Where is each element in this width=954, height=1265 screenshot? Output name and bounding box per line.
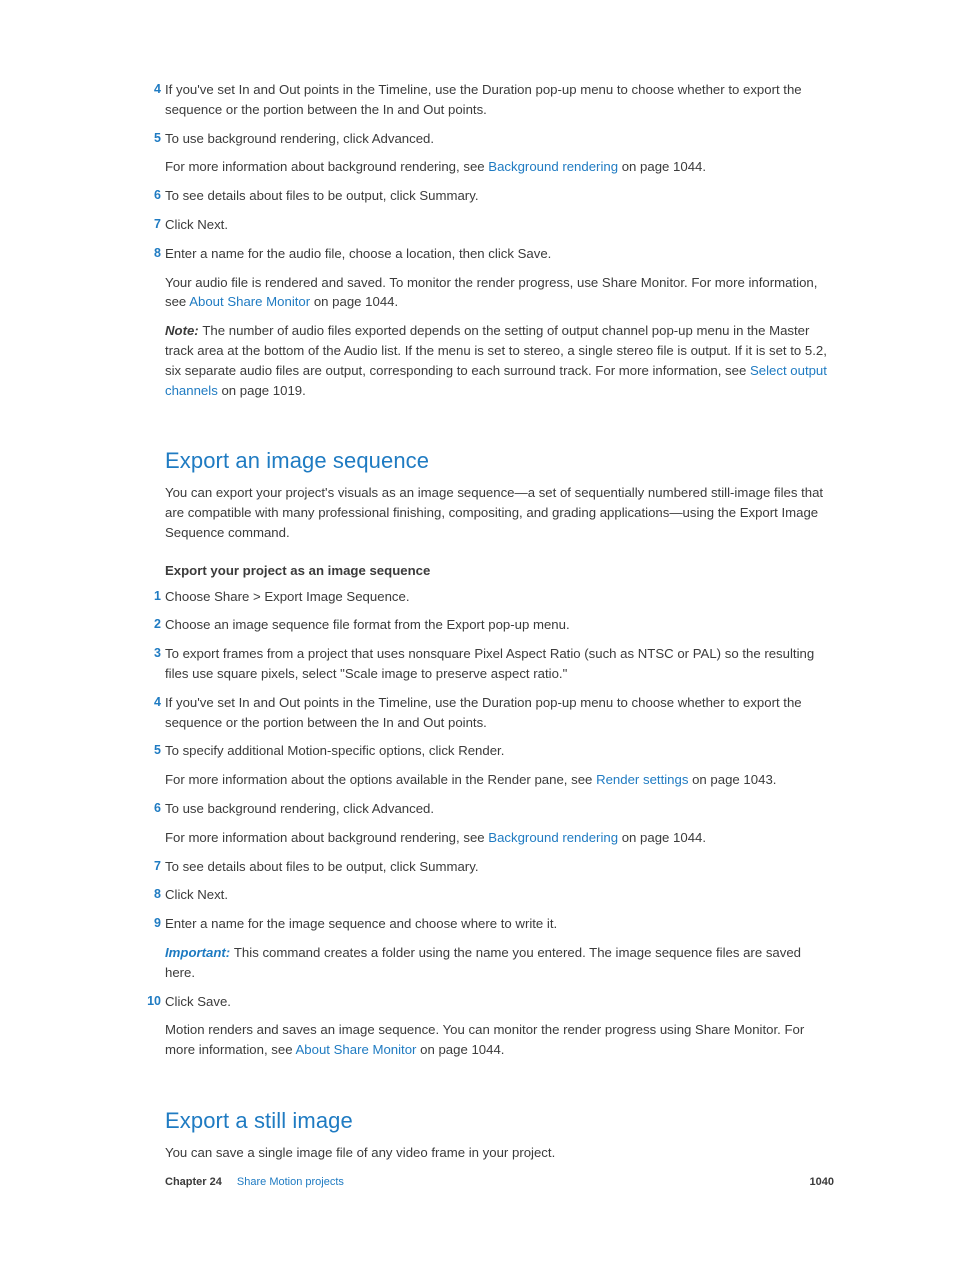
step-follow: Motion renders and saves an image sequen… <box>165 1020 834 1060</box>
page-footer: Chapter 24 Share Motion projects 1040 <box>165 1174 834 1191</box>
list-item: 5 To specify additional Motion-specific … <box>165 741 834 790</box>
about-share-monitor-link[interactable]: About Share Monitor <box>189 294 310 309</box>
top-steps-list: 4 If you've set In and Out points in the… <box>165 80 834 400</box>
step-text: To use background rendering, click Advan… <box>165 129 834 149</box>
page-number: 1040 <box>810 1174 834 1191</box>
list-item: 7 Click Next. <box>165 215 834 235</box>
background-rendering-link[interactable]: Background rendering <box>488 159 618 174</box>
step-follow: For more information about background re… <box>165 157 834 177</box>
step-number: 6 <box>143 799 161 818</box>
step-text: Enter a name for the image sequence and … <box>165 914 834 934</box>
list-item: 7 To see details about files to be outpu… <box>165 857 834 877</box>
step-note: Note: The number of audio files exported… <box>165 321 834 400</box>
list-item: 4 If you've set In and Out points in the… <box>165 693 834 733</box>
section-title: Export an image sequence <box>165 444 834 477</box>
page-content: 4 If you've set In and Out points in the… <box>0 0 954 1163</box>
list-item: 3 To export frames from a project that u… <box>165 644 834 684</box>
step-text: To see details about files to be output,… <box>165 857 834 877</box>
render-settings-link[interactable]: Render settings <box>596 772 688 787</box>
sub-heading: Export your project as an image sequence <box>165 561 834 581</box>
section-export-image-sequence: Export an image sequence You can export … <box>165 444 834 1060</box>
section-intro: You can export your project's visuals as… <box>165 483 834 542</box>
step-text: Click Next. <box>165 215 834 235</box>
step-number: 5 <box>143 741 161 760</box>
section-intro: You can save a single image file of any … <box>165 1143 834 1163</box>
chapter-label: Chapter 24 <box>165 1176 222 1188</box>
section-title: Export a still image <box>165 1104 834 1137</box>
step-follow: For more information about the options a… <box>165 770 834 790</box>
step-number: 5 <box>143 129 161 148</box>
step-text: To specify additional Motion-specific op… <box>165 741 834 761</box>
step-number: 4 <box>143 693 161 712</box>
step-number: 8 <box>143 885 161 904</box>
section-export-still-image: Export a still image You can save a sing… <box>165 1104 834 1163</box>
list-item: 8 Enter a name for the audio file, choos… <box>165 244 834 401</box>
list-item: 8 Click Next. <box>165 885 834 905</box>
section1-steps-list: 1 Choose Share > Export Image Sequence. … <box>165 587 834 1060</box>
list-item: 5 To use background rendering, click Adv… <box>165 129 834 178</box>
list-item: 6 To see details about files to be outpu… <box>165 186 834 206</box>
step-number: 1 <box>143 587 161 606</box>
step-follow: For more information about background re… <box>165 828 834 848</box>
step-text: Choose Share > Export Image Sequence. <box>165 587 834 607</box>
step-number: 3 <box>143 644 161 663</box>
step-number: 8 <box>143 244 161 263</box>
important-label: Important: <box>165 945 234 960</box>
list-item: 6 To use background rendering, click Adv… <box>165 799 834 848</box>
footer-left: Chapter 24 Share Motion projects <box>165 1174 344 1191</box>
step-important: Important: This command creates a folder… <box>165 943 834 983</box>
note-label: Note: <box>165 323 202 338</box>
list-item: 10 Click Save. Motion renders and saves … <box>165 992 834 1060</box>
step-text: To see details about files to be output,… <box>165 186 834 206</box>
step-number: 4 <box>143 80 161 99</box>
step-number: 7 <box>143 857 161 876</box>
step-number: 6 <box>143 186 161 205</box>
step-text: To use background rendering, click Advan… <box>165 799 834 819</box>
step-text: Enter a name for the audio file, choose … <box>165 244 834 264</box>
step-text: Click Next. <box>165 885 834 905</box>
about-share-monitor-link[interactable]: About Share Monitor <box>295 1042 416 1057</box>
step-number: 7 <box>143 215 161 234</box>
list-item: 1 Choose Share > Export Image Sequence. <box>165 587 834 607</box>
step-number: 10 <box>143 992 161 1011</box>
step-text: Click Save. <box>165 992 834 1012</box>
step-text: If you've set In and Out points in the T… <box>165 80 834 120</box>
step-text: If you've set In and Out points in the T… <box>165 693 834 733</box>
background-rendering-link[interactable]: Background rendering <box>488 830 618 845</box>
step-follow: Your audio file is rendered and saved. T… <box>165 273 834 313</box>
chapter-name-link[interactable]: Share Motion projects <box>237 1176 344 1188</box>
list-item: 4 If you've set In and Out points in the… <box>165 80 834 120</box>
step-text: Choose an image sequence file format fro… <box>165 615 834 635</box>
step-number: 9 <box>143 914 161 933</box>
step-text: To export frames from a project that use… <box>165 644 834 684</box>
list-item: 2 Choose an image sequence file format f… <box>165 615 834 635</box>
step-number: 2 <box>143 615 161 634</box>
list-item: 9 Enter a name for the image sequence an… <box>165 914 834 982</box>
